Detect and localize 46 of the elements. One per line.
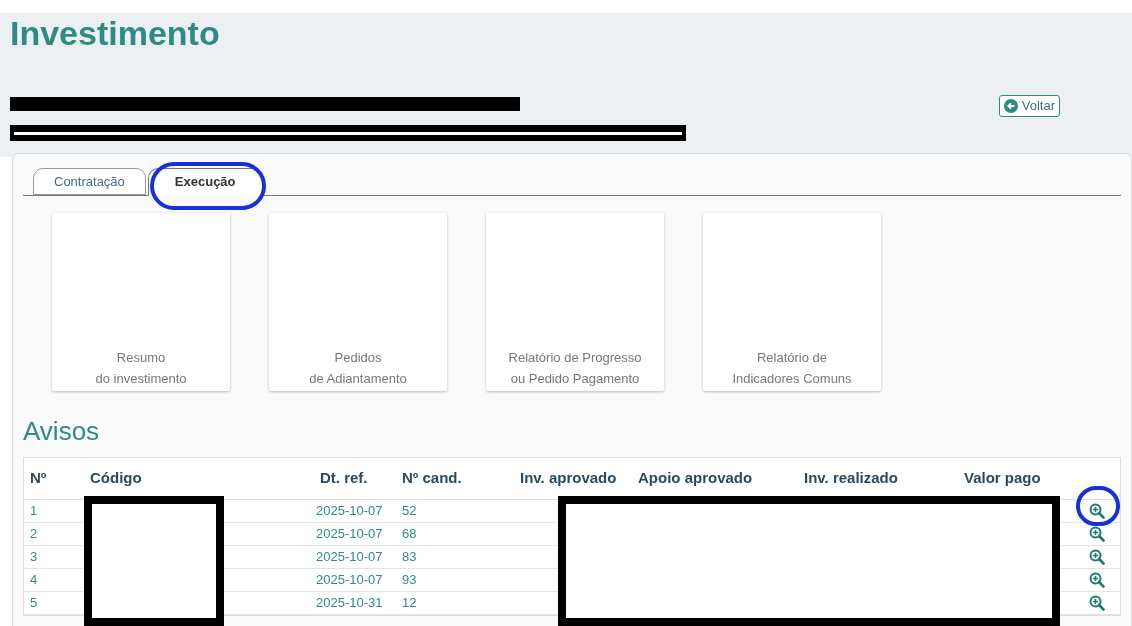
- card-label: Relatório de Progresso: [508, 349, 642, 367]
- table-cell-text: 2: [30, 525, 39, 544]
- column-header: Valor pago: [964, 468, 1042, 489]
- card-label: do investimento: [95, 370, 187, 388]
- menu-card[interactable]: Resumo do investimento: [52, 213, 230, 391]
- tab[interactable]: Execução: [147, 168, 263, 196]
- table-cell-text: 2025-10-07: [315, 548, 384, 567]
- menu-card[interactable]: Relatório de Indicadores Comuns: [703, 213, 881, 391]
- table-cell-text: 2025-10-31: [315, 594, 384, 613]
- menu-card[interactable]: Pedidos de Adiantamento: [269, 213, 447, 391]
- back-button[interactable]: Voltar: [998, 95, 1060, 117]
- column-header: Código: [90, 468, 143, 489]
- column-header: Inv. realizado: [804, 468, 899, 489]
- zoom-in-icon[interactable]: [1089, 526, 1105, 542]
- card-label: ou Pedido Pagamento: [510, 370, 640, 388]
- menu-card[interactable]: Relatório de Progresso ou Pedido Pagamento: [486, 213, 664, 391]
- table-cell-text: 52: [402, 502, 418, 521]
- column-header: Inv. aprovado: [519, 468, 618, 489]
- tab[interactable]: Contratação: [33, 168, 146, 195]
- zoom-in-icon[interactable]: [1089, 572, 1105, 588]
- column-header: Apoio aprovado: [638, 468, 754, 489]
- column-header: Nº: [30, 468, 48, 489]
- table-cell-text: 4: [30, 571, 39, 590]
- table-cell-text: 83: [402, 548, 418, 567]
- column-header: Nº cand.: [402, 468, 463, 489]
- table-cell-text: 12: [402, 594, 418, 613]
- arrow-left-circle-icon: [1003, 99, 1018, 113]
- table-cell-text: 5: [30, 594, 39, 613]
- table-cell-text: 2025-10-07: [315, 571, 384, 590]
- card-label: Pedidos: [334, 349, 382, 367]
- card-label: Resumo: [116, 349, 166, 367]
- table-cell-text: 68: [402, 525, 418, 544]
- table-cell-text: 3: [30, 548, 39, 567]
- zoom-in-icon[interactable]: [1089, 503, 1105, 519]
- table-cell-text: 2025-10-07: [315, 525, 384, 544]
- table-cell-text: 93: [402, 571, 418, 590]
- table-cell-text: 2025-10-07: [315, 502, 384, 521]
- page-title: Investimento: [10, 13, 221, 53]
- card-label: Indicadores Comuns: [732, 370, 852, 388]
- card-label: Relatório de: [756, 349, 828, 367]
- table-cell-text: 1: [30, 502, 39, 521]
- card-label: de Adiantamento: [309, 370, 407, 388]
- zoom-in-icon[interactable]: [1089, 549, 1105, 565]
- zoom-in-icon[interactable]: [1089, 595, 1105, 611]
- section-title: Avisos: [23, 415, 101, 447]
- column-header: Dt. ref.: [319, 468, 369, 489]
